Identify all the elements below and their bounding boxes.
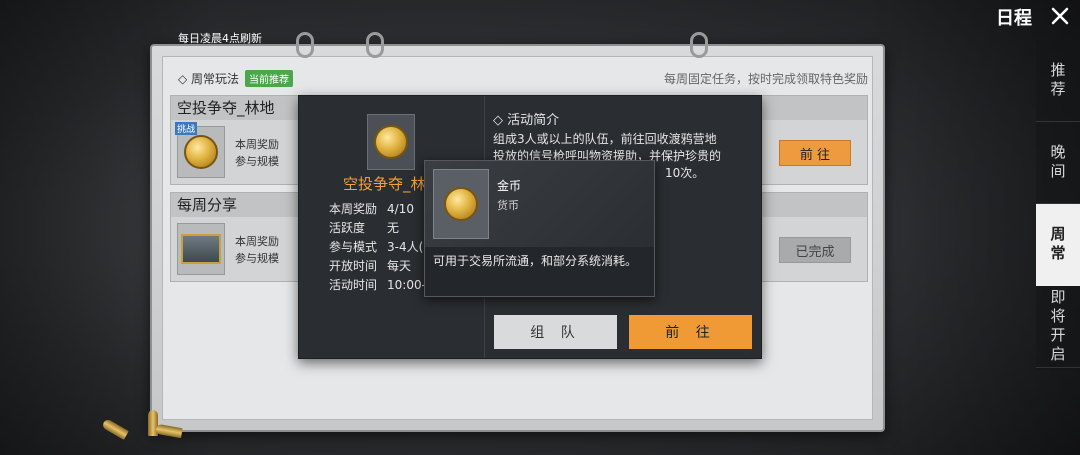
detail-row: 参与模式 3-4人( xyxy=(329,238,426,257)
tab-recommended[interactable]: 推荐 xyxy=(1036,40,1080,122)
page-title: 日程 xyxy=(996,8,1032,29)
refresh-note: 每日凌晨4点刷新 xyxy=(178,32,262,45)
binder-ring xyxy=(690,32,708,58)
task-reward-label: 本周奖励 xyxy=(235,235,279,248)
bullets-decoration xyxy=(101,410,194,450)
detail-value: 3-4人( xyxy=(387,240,424,254)
item-name: 金币 xyxy=(497,179,522,193)
weekly-note: 每周固定任务，按时完成领取特色奖励 xyxy=(663,72,868,86)
gold-coin-icon xyxy=(374,125,408,159)
tab-label: 推荐 xyxy=(1048,61,1067,100)
task-meta: 本周奖励 参与规模 xyxy=(235,233,279,267)
go-button[interactable]: 前 往 xyxy=(779,140,851,166)
detail-row: 开放时间 每天 xyxy=(329,257,426,276)
binder-ring xyxy=(366,32,384,58)
close-icon xyxy=(1051,7,1069,25)
detail-value: 10:00- xyxy=(387,278,426,292)
detail-row: 活跃度 无 xyxy=(329,219,426,238)
section-title: ◇ 周常玩法 xyxy=(178,72,240,86)
intro-title: ◇ 活动简介 xyxy=(493,113,560,128)
detail-row: 本周奖励 4/10 xyxy=(329,200,426,219)
detail-row: 活动时间 10:00- xyxy=(329,276,426,295)
completed-button: 已完成 xyxy=(779,237,851,263)
task-meta: 本周奖励 参与规模 xyxy=(235,136,279,170)
detail-value: 每天 xyxy=(387,259,412,273)
gold-coin-icon xyxy=(184,135,218,169)
tab-evening[interactable]: 晚间 xyxy=(1036,122,1080,204)
intro-text: 组成3人或以上的队伍，前往回收渡鸦营地 xyxy=(493,132,717,146)
binder-ring xyxy=(296,32,314,58)
task-scale-label: 参与规模 xyxy=(235,252,279,265)
tab-label: 即将开启 xyxy=(1048,288,1067,365)
activity-name: 空投争夺_林 xyxy=(343,175,426,193)
detail-reward-icon xyxy=(367,114,415,170)
schedule-tabs: 推荐 晚间 周常 即将开启 xyxy=(1036,40,1080,370)
tab-label: 周常 xyxy=(1048,225,1067,264)
detail-value: 4/10 xyxy=(387,202,414,216)
gold-coin-icon xyxy=(444,187,478,221)
team-button[interactable]: 组 队 xyxy=(494,315,617,349)
close-button[interactable] xyxy=(1040,0,1080,32)
detail-key: 开放时间 xyxy=(329,259,378,273)
detail-key: 活跃度 xyxy=(329,221,366,235)
tab-label: 晚间 xyxy=(1048,143,1067,182)
section-title-row: ◇ 周常玩法 当前推荐 xyxy=(178,70,294,87)
detail-key: 活动时间 xyxy=(329,278,378,292)
go-button[interactable]: 前 往 xyxy=(629,315,752,349)
detail-key: 本周奖励 xyxy=(329,202,378,216)
challenge-tag: 挑战 xyxy=(175,122,198,135)
tab-weekly[interactable]: 周常 xyxy=(1036,204,1080,286)
item-tooltip: 金币 货币 可用于交易所流通，和部分系统消耗。 xyxy=(424,160,655,297)
bullet-icon xyxy=(101,418,129,440)
detail-key: 参与模式 xyxy=(329,240,378,254)
item-description: 可用于交易所流通，和部分系统消耗。 xyxy=(433,254,638,268)
detail-rows: 本周奖励 4/10 活跃度 无 参与模式 3-4人( 开放时间 每天 活动时间 10:00… xyxy=(329,200,426,295)
task-scale-label: 参与规模 xyxy=(235,155,279,168)
tooltip-item-icon xyxy=(433,169,489,239)
tab-upcoming[interactable]: 即将开启 xyxy=(1036,286,1080,368)
item-type: 货币 xyxy=(497,199,519,212)
detail-value: 无 xyxy=(387,221,400,235)
task-reward-label: 本周奖励 xyxy=(235,138,279,151)
bullet-icon xyxy=(155,423,183,439)
task-icon xyxy=(177,223,225,275)
recommend-badge: 当前推荐 xyxy=(245,70,294,87)
crate-icon xyxy=(181,234,221,264)
